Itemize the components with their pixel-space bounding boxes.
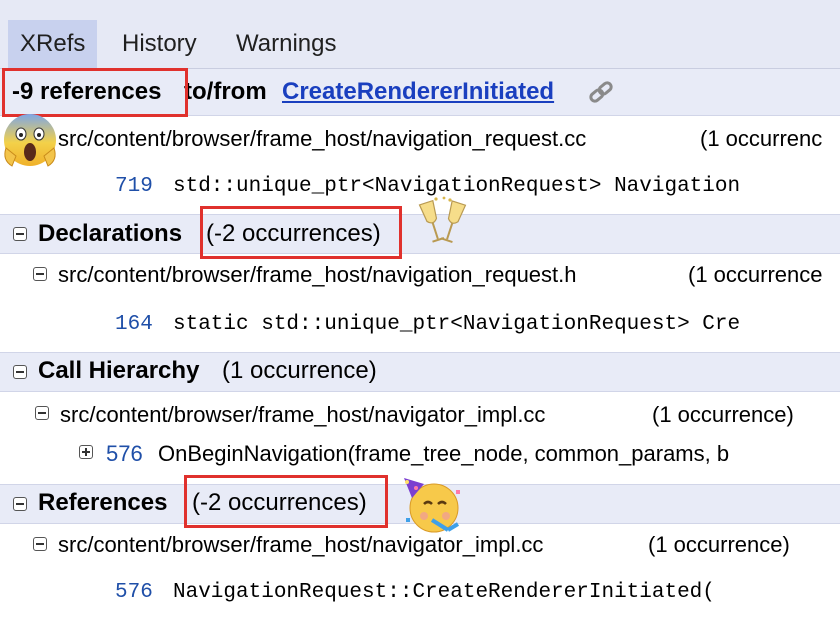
call-hierarchy-title[interactable]: Call Hierarchy — [38, 357, 199, 385]
highlight-box-declarations — [200, 206, 402, 259]
top-strip — [0, 0, 840, 10]
line-number[interactable]: 576 — [106, 441, 143, 467]
to-from-label: to/from — [184, 78, 267, 105]
collapse-icon[interactable] — [33, 537, 47, 551]
link-chain-icon[interactable] — [588, 80, 614, 104]
line-number[interactable]: 719 — [115, 175, 153, 198]
code-line[interactable]: OnBeginNavigation(frame_tree_node, commo… — [158, 441, 729, 467]
collapse-icon[interactable] — [33, 267, 47, 281]
top-file-path[interactable]: src/content/browser/frame_host/navigatio… — [58, 126, 586, 152]
references-title[interactable]: References — [38, 489, 167, 517]
tab-warnings[interactable]: Warnings — [236, 20, 336, 68]
references-file-path[interactable]: src/content/browser/frame_host/navigator… — [58, 532, 543, 558]
screaming-face-emoji — [4, 114, 56, 167]
clinking-glasses-emoji — [418, 196, 467, 243]
collapse-icon[interactable] — [13, 227, 27, 241]
line-number[interactable]: 164 — [115, 313, 153, 336]
collapse-icon[interactable] — [35, 406, 49, 420]
top-file-occurrence: (1 occurrenc — [700, 126, 823, 151]
code-line[interactable]: static std::unique_ptr<NavigationRequest… — [173, 313, 740, 336]
declarations-file-occurrence: (1 occurrence — [688, 262, 823, 287]
references-file-occurrence: (1 occurrence) — [648, 532, 790, 557]
code-line[interactable]: NavigationRequest::CreateRendererInitiat… — [173, 581, 715, 604]
call-hierarchy-count: (1 occurrence) — [222, 357, 377, 384]
declarations-file-path[interactable]: src/content/browser/frame_host/navigatio… — [58, 262, 577, 288]
tab-xrefs[interactable]: XRefs — [8, 20, 98, 68]
code-line[interactable]: std::unique_ptr<NavigationRequest> Navig… — [173, 175, 740, 198]
declarations-title[interactable]: Declarations — [38, 220, 182, 248]
collapse-icon[interactable] — [13, 365, 27, 379]
partying-face-emoji — [404, 478, 460, 533]
line-number[interactable]: 576 — [115, 581, 153, 604]
symbol-link[interactable]: CreateRendererInitiated — [282, 78, 554, 106]
highlight-box-references — [184, 475, 388, 528]
call-hierarchy-file-occurrence: (1 occurrence) — [652, 402, 794, 427]
tab-history[interactable]: History — [122, 20, 197, 68]
expand-icon[interactable] — [79, 445, 93, 459]
call-hierarchy-file-path[interactable]: src/content/browser/frame_host/navigator… — [60, 402, 545, 428]
collapse-icon[interactable] — [13, 497, 27, 511]
